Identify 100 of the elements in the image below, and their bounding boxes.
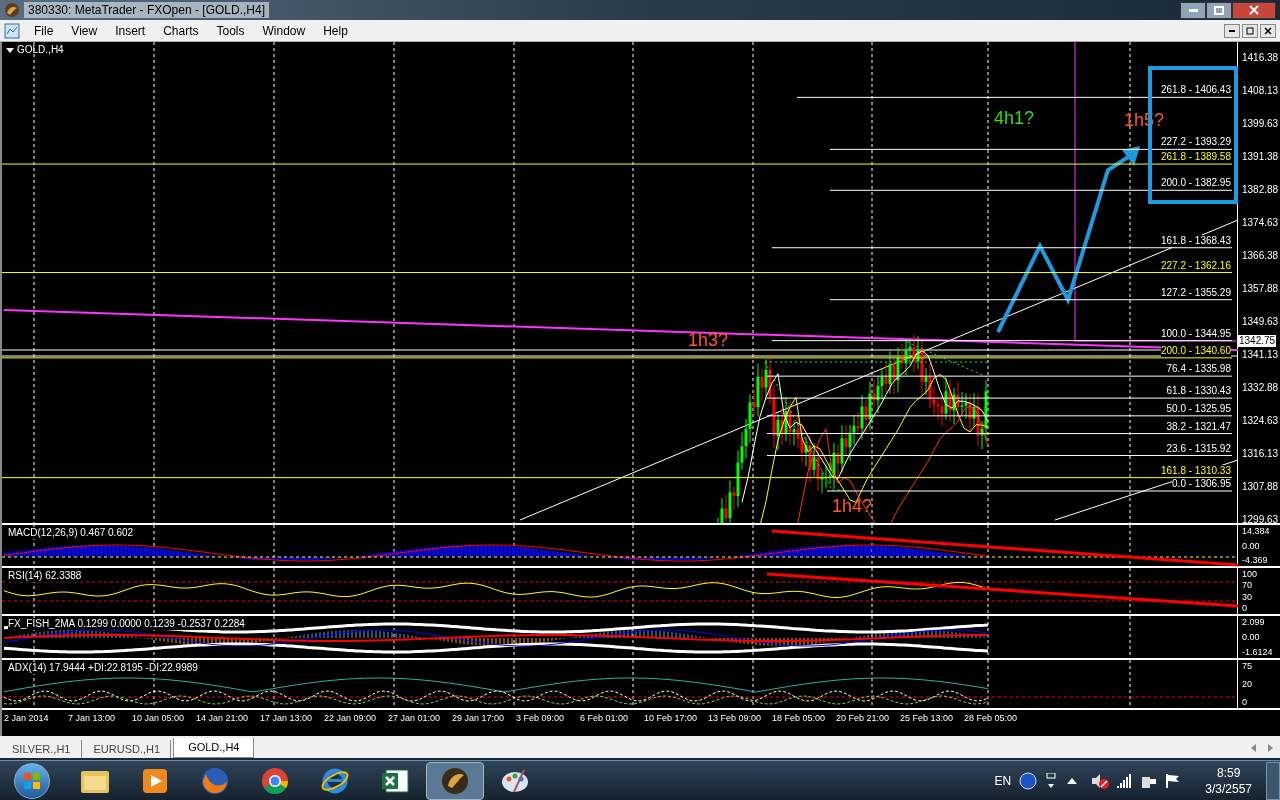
- fibonacci-level-label: 200.0 - 1340.60: [1160, 344, 1231, 357]
- maximize-icon: [1214, 5, 1224, 15]
- play-icon: [141, 766, 169, 795]
- price-axis-label: 1299.63: [1242, 514, 1279, 526]
- time-axis-label: 20 Feb 21:00: [836, 712, 891, 726]
- show-desktop-button[interactable]: [1266, 761, 1280, 800]
- price-axis-label: 1374.63: [1242, 217, 1279, 229]
- signal-bars-icon[interactable]: [1117, 773, 1134, 788]
- flag-icon[interactable]: [1165, 772, 1182, 789]
- chart-tab[interactable]: GOLD.,H4: [173, 738, 255, 758]
- menu-item[interactable]: Insert: [107, 21, 154, 40]
- close-icon: [1249, 5, 1259, 15]
- minimize-button[interactable]: [1180, 1, 1206, 19]
- menu-item[interactable]: Tools: [208, 21, 253, 40]
- price-axis-label: 1332.88: [1242, 382, 1279, 394]
- fibonacci-level-label: 50.0 - 1325.95: [1166, 402, 1231, 415]
- indicator-axis-label: 0: [1242, 603, 1248, 613]
- globe-fox-icon: [200, 765, 230, 796]
- chart-annotation: 1h3?: [688, 330, 729, 350]
- close-button[interactable]: [1232, 1, 1276, 19]
- time-axis-label: 10 Feb 17:00: [644, 712, 699, 726]
- current-price-tag: 1342.75: [1238, 335, 1277, 347]
- minimize-icon: [1229, 29, 1235, 32]
- browser-icon: [260, 765, 290, 796]
- maximize-button[interactable]: [1206, 1, 1232, 19]
- indicator-axis-label: 14.384: [1242, 526, 1271, 536]
- up-arrow-icon[interactable]: [1067, 777, 1078, 784]
- menu-item[interactable]: View: [63, 21, 106, 40]
- scroll-left-icon[interactable]: [1250, 744, 1258, 752]
- restore-button[interactable]: [1242, 23, 1258, 38]
- price-axis-label: 1324.63: [1242, 415, 1279, 427]
- indicator-axis-label: 0: [1242, 697, 1248, 707]
- indicator-axis-label: 30: [1242, 591, 1253, 602]
- spreadsheet-icon: [380, 766, 410, 795]
- dropdown-triangle-icon[interactable]: [6, 47, 14, 53]
- chart-symbol: GOLD.,H4: [17, 44, 64, 56]
- time-axis-label: 27 Jan 01:00: [388, 712, 442, 726]
- indicator-axis-label: 2.099: [1242, 617, 1266, 627]
- time-axis-label: 17 Jan 13:00: [260, 712, 314, 726]
- language-indicator[interactable]: EN: [994, 771, 1012, 790]
- menu-item[interactable]: Charts: [155, 21, 207, 40]
- time-axis-label: 29 Jan 17:00: [452, 712, 506, 726]
- price-axis-label: 1382.88: [1242, 184, 1279, 196]
- price-axis-label: 1341.13: [1242, 349, 1279, 361]
- menu-item[interactable]: Help: [315, 21, 356, 40]
- indicator-axis-label: -1.6124: [1242, 647, 1274, 657]
- help-icon[interactable]: [1019, 771, 1038, 790]
- indicator-axis-label: 0.00: [1242, 632, 1261, 642]
- close-button[interactable]: [1260, 23, 1276, 38]
- app-icon: [4, 2, 20, 18]
- price-axis-label: 1416.38: [1242, 52, 1279, 64]
- price-axis-label: 1391.38: [1242, 151, 1279, 163]
- time-axis-label: 7 Jan 13:00: [68, 712, 117, 726]
- time-axis-label: 3 Feb 09:00: [516, 712, 566, 726]
- scroll-right-icon[interactable]: [1266, 744, 1274, 752]
- taskbar-app-button[interactable]: [426, 761, 484, 800]
- clock-time[interactable]: 8:59: [1216, 764, 1241, 781]
- time-axis-label: 14 Jan 21:00: [196, 712, 250, 726]
- time-axis-label: 28 Feb 05:00: [964, 712, 1019, 726]
- price-axis-label: 1366.38: [1242, 250, 1279, 262]
- menu-item[interactable]: File: [26, 21, 62, 40]
- indicator-axis-label: 100: [1242, 569, 1259, 579]
- chart-annotation: 4h1?: [994, 108, 1035, 128]
- time-axis-label: 10 Jan 05:00: [132, 712, 186, 726]
- price-axis-label: 1307.88: [1242, 481, 1279, 493]
- price-axis-label: 1408.13: [1242, 85, 1279, 97]
- fibonacci-level-label: 161.8 - 1310.33: [1160, 464, 1231, 477]
- bird-icon: [440, 765, 470, 796]
- time-axis-label: 22 Jan 09:00: [324, 712, 378, 726]
- fibonacci-level-label: 161.8 - 1368.43: [1160, 234, 1231, 247]
- muted-speaker-icon[interactable]: [1091, 772, 1110, 789]
- chart-window-icon: [4, 22, 20, 39]
- windows-icon[interactable]: [1045, 772, 1058, 789]
- indicator-label: RSI(14) 62.3388: [8, 570, 82, 582]
- price-axis-label: 1399.63: [1242, 118, 1279, 130]
- minimize-button[interactable]: [1224, 23, 1240, 38]
- close-icon: [1264, 26, 1272, 35]
- fibonacci-level-label: 38.2 - 1321.47: [1166, 420, 1231, 433]
- indicator-label: ADX(14) 17.9444 +DI:22.8195 -DI:22.9989: [8, 662, 198, 674]
- time-axis-label: 2 Jan 2014: [4, 712, 50, 726]
- time-axis-label: 13 Feb 09:00: [708, 712, 763, 726]
- time-axis-label: 25 Feb 13:00: [900, 712, 955, 726]
- price-axis-label: 1316.13: [1242, 448, 1279, 460]
- indicator-axis-label: 20: [1242, 679, 1253, 689]
- fibonacci-level-label: 100.0 - 1344.95: [1160, 327, 1231, 340]
- fibonacci-level-label: 23.6 - 1315.92: [1166, 442, 1231, 455]
- restore-icon: [1246, 26, 1254, 35]
- price-axis-label: 1349.63: [1242, 316, 1279, 328]
- menu-item[interactable]: Window: [254, 21, 314, 40]
- indicator-axis-label: 70: [1242, 580, 1253, 591]
- time-axis-label: 6 Feb 01:00: [580, 712, 630, 726]
- indicator-label: MACD(12,26,9) 0.467 0.602: [8, 527, 134, 539]
- indicator-axis-label: 0.00: [1242, 540, 1261, 551]
- indicator-axis-label: -4.369: [1242, 555, 1269, 565]
- windows-logo-icon: [23, 771, 41, 790]
- start-button[interactable]: [14, 762, 50, 799]
- indicator-label: FX_FISH_2MA 0.1299 0.0000 0.1239 -0.2537 0.2284: [8, 618, 245, 630]
- clock-date[interactable]: 3/3/2557: [1205, 780, 1252, 797]
- window-title: 380330: MetaTrader - FXOpen - [GOLD.,H4]: [24, 2, 269, 18]
- fibonacci-level-label: 0.0 - 1306.95: [1172, 478, 1231, 490]
